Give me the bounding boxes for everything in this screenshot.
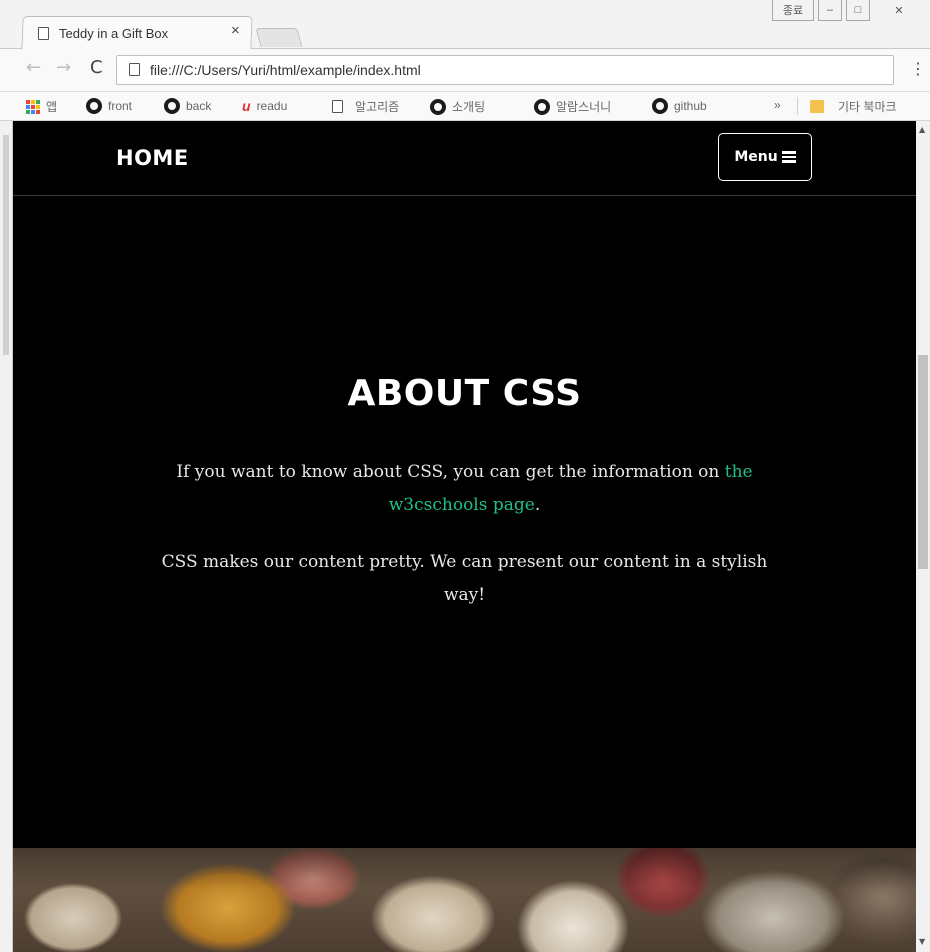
bookmark-label: 알고리즘 <box>355 100 400 114</box>
teddy-bears-photo <box>13 848 916 952</box>
hamburger-icon <box>781 151 796 163</box>
address-bar[interactable]: file:///C:/Users/Yuri/html/example/index… <box>116 55 894 85</box>
bookmark-front[interactable]: front <box>86 98 132 114</box>
bookmark-apps[interactable]: 앱 <box>26 98 57 115</box>
scroll-up-icon[interactable]: ▲ <box>919 125 925 134</box>
scrollbar-thumb[interactable] <box>918 355 928 569</box>
page-icon <box>332 100 343 113</box>
about-section: ABOUT CSS If you want to know about CSS,… <box>13 373 916 612</box>
left-scroll-thumb[interactable] <box>3 135 9 355</box>
forward-arrow-icon[interactable]: → <box>56 57 71 78</box>
github-icon <box>86 98 102 114</box>
bookmark-back[interactable]: back <box>164 98 211 114</box>
menu-label: Menu <box>734 149 778 165</box>
paragraph-text: . <box>534 495 541 515</box>
bookmark-sogaeting[interactable]: 소개팅 <box>430 98 485 115</box>
site-navbar: HOME Menu <box>13 121 916 196</box>
bookmark-algorithm[interactable]: 알고리즘 <box>332 98 399 115</box>
menu-button[interactable]: Menu <box>718 133 812 181</box>
bookmark-separator <box>797 97 798 115</box>
page-icon <box>38 26 49 40</box>
bookmark-github[interactable]: github <box>652 98 707 114</box>
udemy-icon: u <box>242 98 251 114</box>
github-icon <box>652 98 668 114</box>
bookmark-label: 소개팅 <box>452 100 486 114</box>
home-link[interactable]: HOME <box>116 146 189 170</box>
new-tab-button[interactable] <box>255 28 303 47</box>
apps-grid-icon <box>26 99 40 114</box>
bookmark-alarm[interactable]: 알람스너니 <box>534 98 611 115</box>
github-icon <box>534 98 550 115</box>
url-text: file:///C:/Users/Yuri/html/example/index… <box>150 62 421 78</box>
bookmark-label: 기타 북마크 <box>838 100 897 114</box>
left-panel-edge <box>0 121 13 952</box>
about-paragraph-2: CSS makes our content pretty. We can pre… <box>161 552 768 605</box>
other-bookmarks[interactable]: 기타 북마크 <box>810 98 897 115</box>
bookmarks-bar: 앱 front back u readu 알고리즘 소개팅 알람스너니 gith… <box>0 92 930 121</box>
window-user-button[interactable]: 종료 <box>772 0 814 21</box>
bookmark-label: 앱 <box>46 100 58 114</box>
minimize-icon[interactable]: – <box>818 0 842 21</box>
reload-icon[interactable]: C <box>90 57 103 78</box>
folder-icon <box>810 100 824 113</box>
github-icon <box>164 98 180 114</box>
back-arrow-icon[interactable]: ← <box>26 57 41 78</box>
maximize-icon[interactable]: □ <box>846 0 870 21</box>
bookmark-label: github <box>674 99 707 113</box>
bookmark-label: 알람스너니 <box>556 100 612 114</box>
tab-close-icon[interactable]: × <box>231 22 240 39</box>
menu-dots-icon[interactable]: ⋮ <box>910 59 926 78</box>
about-heading: ABOUT CSS <box>347 373 582 414</box>
paragraph-text: If you want to know about CSS, you can g… <box>176 462 725 482</box>
bookmark-label: back <box>186 99 212 113</box>
scroll-down-icon[interactable]: ▼ <box>919 937 925 946</box>
browser-tab-content: Teddy in a Gift Box <box>38 24 168 42</box>
bookmark-readu[interactable]: u readu <box>242 98 287 114</box>
bookmark-label: front <box>108 99 133 113</box>
close-window-icon[interactable]: ✕ <box>874 0 924 20</box>
web-page: HOME Menu ABOUT CSS If you want to know … <box>13 121 916 952</box>
more-bookmarks-button[interactable]: » <box>774 98 781 112</box>
tab-title: Teddy in a Gift Box <box>59 25 169 41</box>
vertical-scrollbar[interactable]: ▲ ▼ <box>916 121 930 952</box>
github-icon <box>430 98 446 115</box>
file-icon <box>129 63 140 76</box>
about-paragraph-1: If you want to know about CSS, you can g… <box>140 456 790 522</box>
browser-toolbar: ← → C file:///C:/Users/Yuri/html/example… <box>0 49 930 92</box>
bookmark-label: readu <box>256 99 288 113</box>
window-titlebar: Teddy in a Gift Box × 종료 – □ ✕ <box>0 0 930 49</box>
